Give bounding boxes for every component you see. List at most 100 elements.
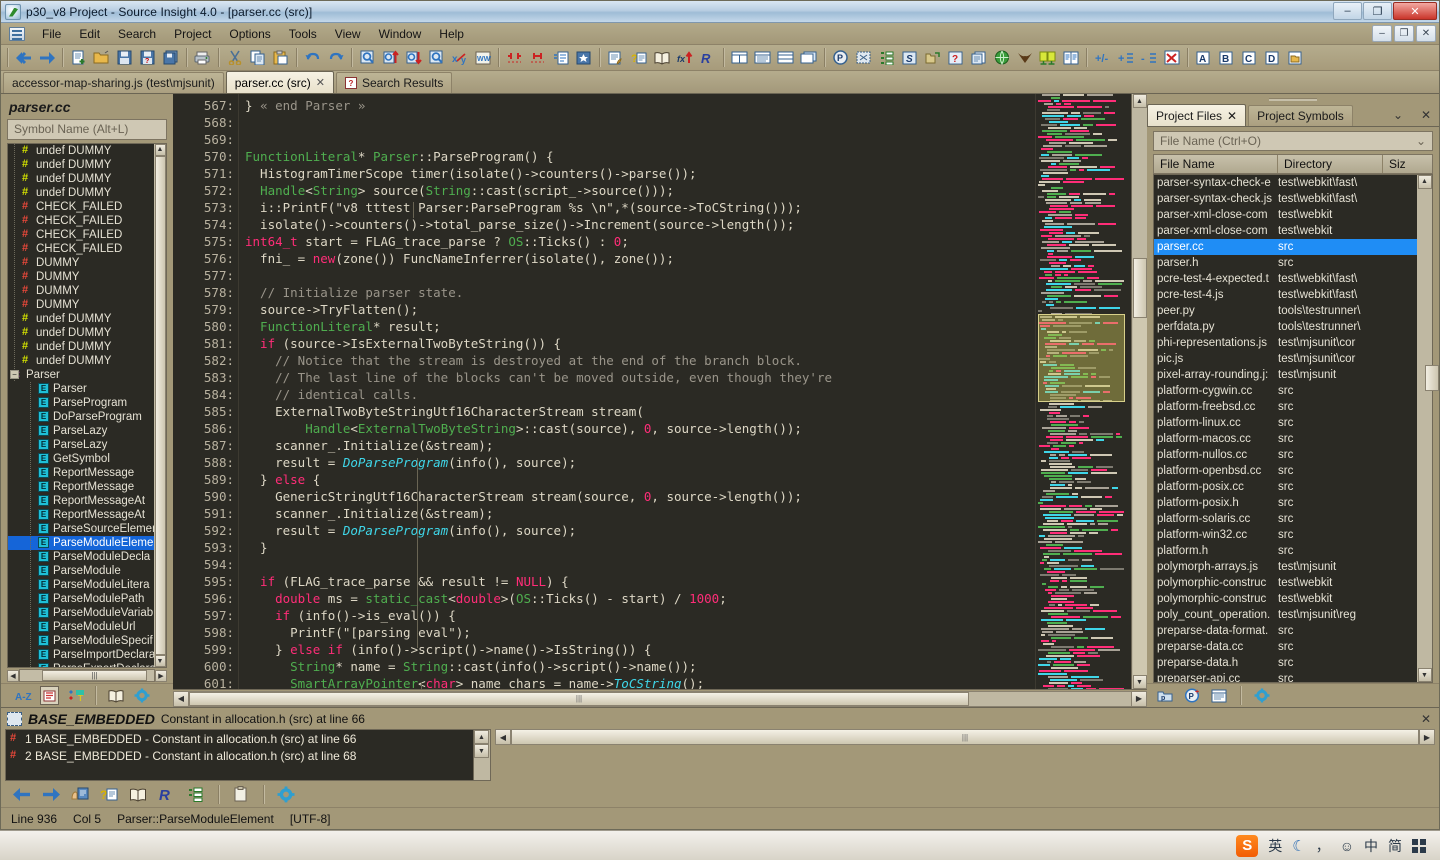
code-line[interactable]: isolate()->counters()->total_parse_size(… <box>239 216 1035 233</box>
file-list-row[interactable]: platform-solaris.cc src <box>1154 511 1417 527</box>
file-list-row[interactable]: parser-xml-close-com test\webkit <box>1154 223 1417 239</box>
symbol-window-icon[interactable] <box>853 47 874 68</box>
file-list-row[interactable]: perfdata.py tools\testrunner\ <box>1154 319 1417 335</box>
symbol-list-item[interactable]: E ParseModuleEleme <box>8 535 154 550</box>
scroll-left-icon[interactable]: ◀ <box>173 690 189 707</box>
settings-gear-icon[interactable] <box>276 784 296 804</box>
symbol-list-item[interactable]: E ParseModuleDecla <box>8 549 154 564</box>
scroll-left-icon[interactable]: ◀ <box>7 669 19 682</box>
code-line[interactable]: SmartArrayPointer<char> name_chars = nam… <box>239 675 1035 689</box>
symbol-list-item[interactable]: −CParser <box>8 367 154 382</box>
undo-icon[interactable] <box>302 47 323 68</box>
scroll-down-icon[interactable]: ▼ <box>474 744 489 758</box>
search-icon[interactable] <box>357 47 378 68</box>
result-row[interactable]: #1 BASE_EMBEDDED - Constant in allocatio… <box>6 730 473 747</box>
emoji-icon[interactable]: ☺ <box>1340 838 1354 854</box>
window-split-icon[interactable] <box>775 47 796 68</box>
file-list-row[interactable]: platform-cygwin.cc src <box>1154 383 1417 399</box>
bookmark-a-icon[interactable]: A <box>1193 47 1214 68</box>
cut-icon[interactable] <box>224 47 245 68</box>
code-line[interactable]: result = DoParseProgram(info(), source); <box>239 454 1035 471</box>
menu-help[interactable]: Help <box>430 24 473 44</box>
file-list-row[interactable]: polymorphic-construc test\webkit <box>1154 591 1417 607</box>
symbol-list-item[interactable]: # undef DUMMY <box>8 311 154 326</box>
punctuation-icon[interactable]: ， <box>1316 836 1330 856</box>
function-up-icon[interactable]: fx <box>674 47 695 68</box>
symbol-list-item[interactable]: # undef DUMMY <box>8 157 154 172</box>
symbol-list-item[interactable]: # undef DUMMY <box>8 185 154 200</box>
symbol-list-item[interactable]: # DUMMY <box>8 255 154 270</box>
file-list-row[interactable]: parser.h src <box>1154 255 1417 271</box>
scrollbar-thumb[interactable] <box>1424 364 1439 391</box>
symbol-list-item[interactable]: E ReportMessage <box>8 479 154 494</box>
window-full-icon[interactable] <box>752 47 773 68</box>
code-line[interactable] <box>239 556 1035 573</box>
symbol-list-item[interactable]: # undef DUMMY <box>8 353 154 368</box>
scroll-up-icon[interactable]: ▲ <box>1132 94 1147 108</box>
result-row[interactable]: #2 BASE_EMBEDDED - Constant in allocatio… <box>6 747 473 764</box>
sort-az-icon[interactable]: A-Z <box>14 686 33 705</box>
symbol-list-icon[interactable] <box>40 686 59 705</box>
save-all-icon[interactable] <box>160 47 181 68</box>
tab-accessor-map-sharing[interactable]: accessor-map-sharing.js (test\mjsunit) <box>3 72 224 93</box>
close-icon[interactable]: ✕ <box>316 76 325 89</box>
code-line[interactable]: if (source->IsExternalTwoByteString()) { <box>239 335 1035 352</box>
code-line[interactable]: if (FLAG_trace_parse && result != NULL) … <box>239 573 1035 590</box>
scrollbar-thumb[interactable] <box>1132 258 1147 318</box>
code-text-area[interactable]: } « end Parser » FunctionLiteral* Parser:… <box>239 94 1035 689</box>
bookmark-d-icon[interactable]: D <box>1262 47 1283 68</box>
code-line[interactable]: // identical calls. <box>239 386 1035 403</box>
paste-icon[interactable] <box>270 47 291 68</box>
chevron-down-icon[interactable]: ⌄ <box>1416 134 1426 148</box>
compare-files-icon[interactable] <box>1037 47 1058 68</box>
code-line[interactable] <box>239 114 1035 131</box>
reference-book-icon[interactable] <box>128 784 148 804</box>
code-line[interactable]: i::PrintF("v8 tttest Parser:ParseProgram… <box>239 199 1035 216</box>
tab-parser-cc[interactable]: parser.cc (src) ✕ <box>225 71 334 93</box>
code-line[interactable]: source->TryFlatten(); <box>239 301 1035 318</box>
panel-drag-grip[interactable] <box>1147 94 1439 104</box>
results-horizontal-scrollbar[interactable]: ◀ ||| ▶ <box>495 729 1435 781</box>
close-icon[interactable]: ✕ <box>1227 109 1237 123</box>
search-results-list[interactable]: #1 BASE_EMBEDDED - Constant in allocatio… <box>5 729 474 781</box>
editor-horizontal-scrollbar[interactable]: ◀ ||| ▶ <box>173 689 1147 707</box>
file-list-row[interactable]: platform-posix.cc src <box>1154 479 1417 495</box>
menu-file[interactable]: File <box>33 24 70 44</box>
back-arrow-icon[interactable] <box>12 784 32 804</box>
toolbox-icon[interactable]: 中 <box>1364 836 1378 856</box>
code-line[interactable]: GenericStringUtf16CharacterStream stream… <box>239 488 1035 505</box>
column-header-filename[interactable]: File Name <box>1154 155 1278 173</box>
file-list-row[interactable]: platform-freebsd.cc src <box>1154 399 1417 415</box>
relation-window-icon[interactable]: R <box>697 47 718 68</box>
symbol-list-item[interactable]: E ReportMessage <box>8 465 154 480</box>
print-icon[interactable] <box>192 47 213 68</box>
symbol-list-item[interactable]: E ParseModulePath <box>8 591 154 606</box>
menu-options[interactable]: Options <box>220 24 279 44</box>
scrollbar-thumb[interactable]: ||| <box>512 730 1418 744</box>
remove-item-icon[interactable]: - <box>1138 47 1159 68</box>
clipboard-multi-icon[interactable] <box>968 47 989 68</box>
column-header-size[interactable]: Siz <box>1383 155 1432 172</box>
mdi-close-button[interactable]: ✕ <box>1416 25 1436 42</box>
close-panel-icon[interactable]: ✕ <box>1421 108 1431 122</box>
clipboard-icon[interactable] <box>231 784 251 804</box>
file-list-row[interactable]: platform-posix.h src <box>1154 495 1417 511</box>
relation-r-icon[interactable]: R <box>157 784 177 804</box>
chevron-down-icon[interactable]: ⌄ <box>1393 108 1403 122</box>
collapse-icon[interactable]: − <box>10 369 19 379</box>
file-name-filter-input[interactable]: File Name (Ctrl+O) ⌄ <box>1153 131 1433 152</box>
search-files-icon[interactable] <box>426 47 447 68</box>
symbol-type-icon[interactable]: T <box>66 686 85 705</box>
file-list-row[interactable]: preparse-data.cc src <box>1154 639 1417 655</box>
add-project-icon[interactable]: P + <box>1183 686 1202 705</box>
file-list-row[interactable]: preparse-data-format. src <box>1154 623 1417 639</box>
code-line[interactable]: scanner_.Initialize(&stream); <box>239 505 1035 522</box>
code-line[interactable]: if (info()->is_eval()) { <box>239 607 1035 624</box>
symbol-list-item[interactable]: # DUMMY <box>8 297 154 312</box>
code-line[interactable]: fni_ = new(zone()) FuncNameInferrer(isol… <box>239 250 1035 267</box>
sogou-logo-icon[interactable]: S <box>1236 834 1259 857</box>
ime-mode-label[interactable]: 英 <box>1268 836 1282 856</box>
column-header-directory[interactable]: Directory <box>1278 155 1383 173</box>
tab-project-symbols[interactable]: Project Symbols <box>1248 105 1353 126</box>
symbol-list-item[interactable]: # undef DUMMY <box>8 339 154 354</box>
